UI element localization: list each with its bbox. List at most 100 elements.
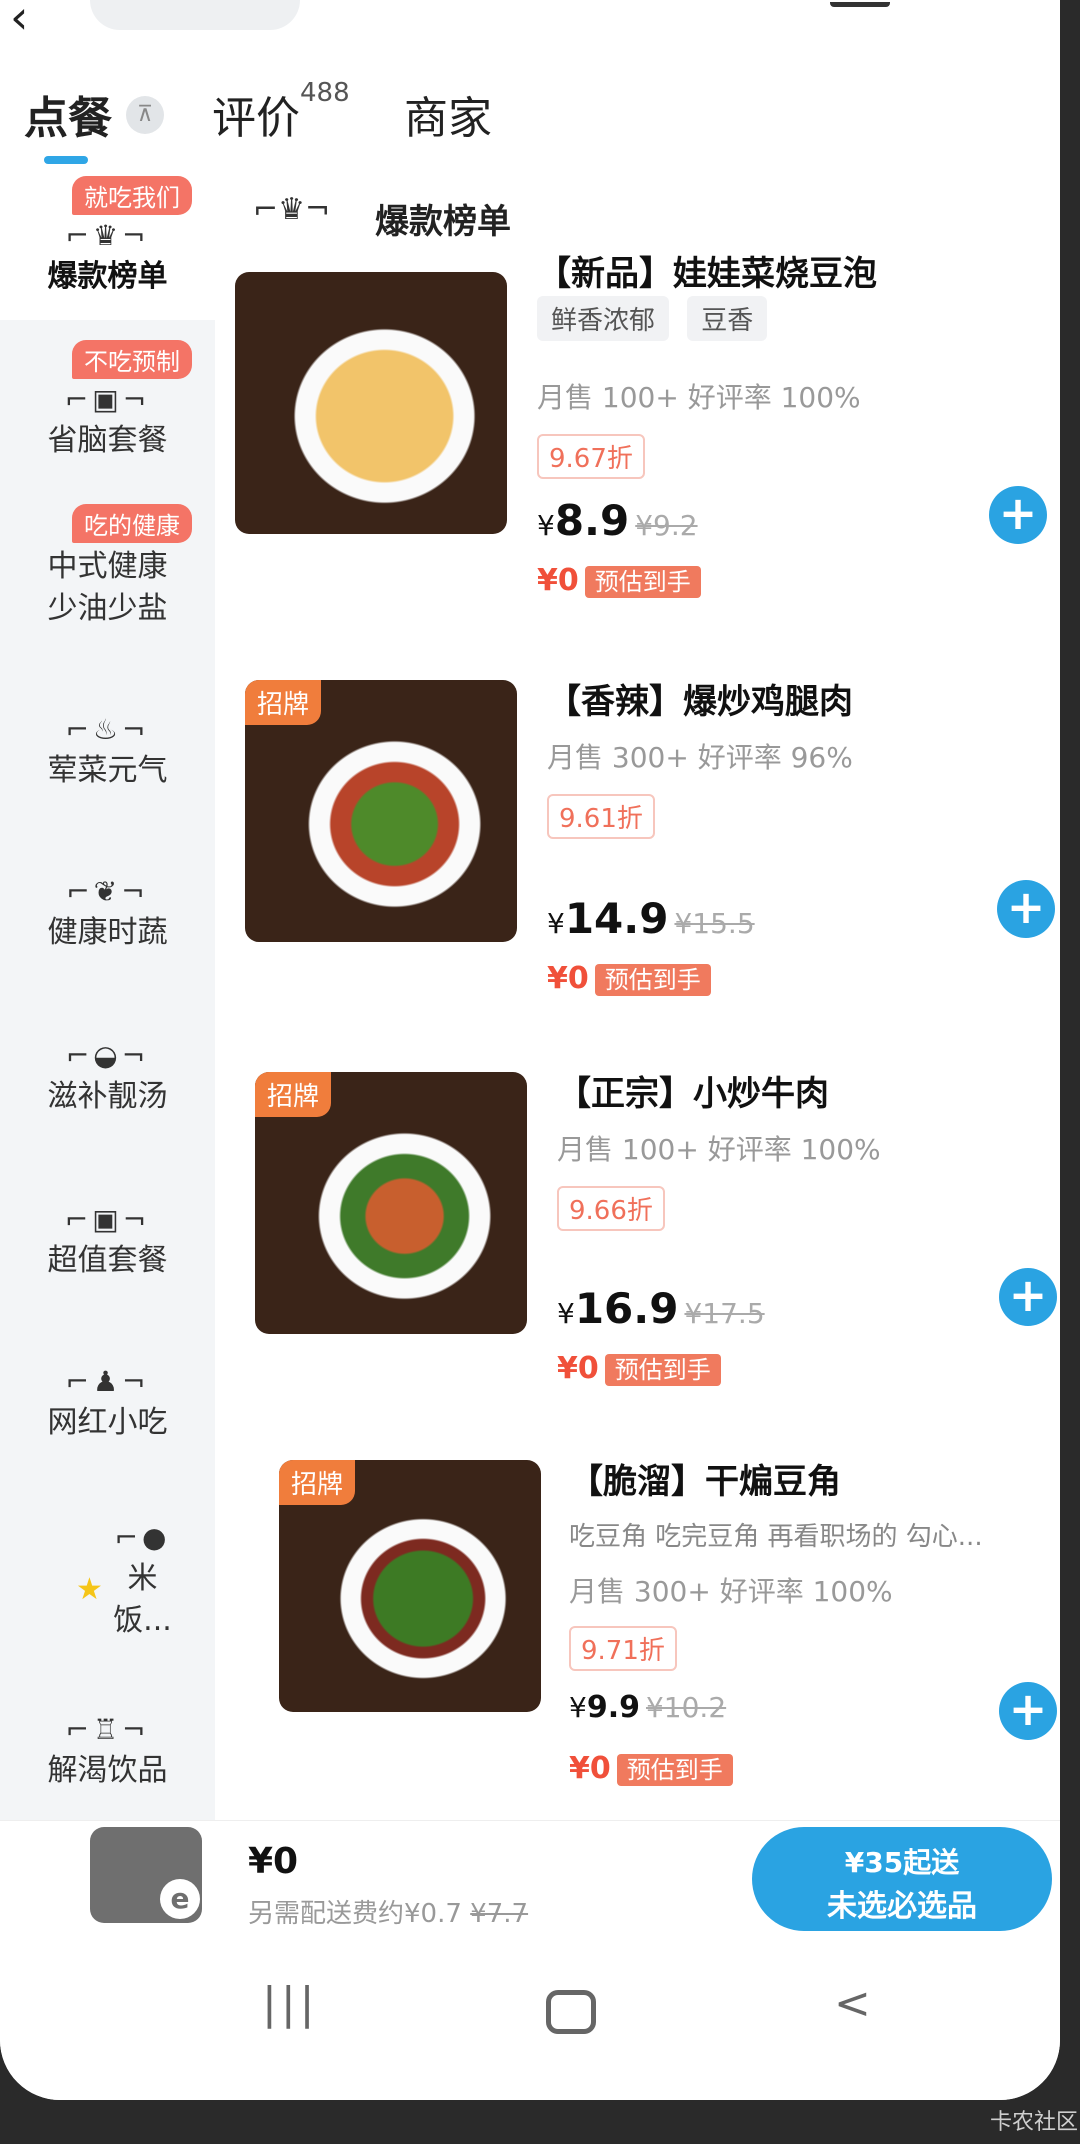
sidebar-item-rice[interactable]: ★ ⌐● 米 饭... [0, 1518, 215, 1648]
estimate-label: 预估到手 [616, 1754, 733, 1786]
estimated-price: ¥0 预估到手 [557, 1350, 721, 1386]
dish-name: 【正宗】小炒牛肉 [557, 1074, 829, 1114]
phone-screen: ‹ 点餐 ⊼ 评价 488 商家 就吃我们 ⌐♛¬ 爆款榜单 不吃预制 ⌐▣¬ … [0, 0, 1060, 2100]
original-price: ¥10.2 [645, 1691, 727, 1724]
dish-description: 吃豆角 吃完豆角 再看职场的 勾心... [569, 1522, 983, 1552]
cart-total: ¥0 [248, 1841, 299, 1882]
sidebar-item-label: 解渴饮品 [47, 1753, 168, 1788]
dish-price: ¥14.9 ¥15.5 [547, 894, 755, 943]
delivery-fee: 另需配送费约¥0.7 ¥7.7 [248, 1893, 528, 1930]
estimate-amount: ¥0 [557, 1351, 599, 1386]
tab-active-indicator [44, 156, 88, 164]
delivery-fee-text: 另需配送费约¥0.7 [248, 1899, 462, 1929]
sidebar-item-label: 省脑套餐 [47, 423, 168, 458]
discount-badge: 9.66折 [557, 1186, 665, 1231]
review-count: 488 [300, 78, 350, 108]
drink-icon: ⌐♖¬ [65, 1713, 150, 1746]
sidebar-item-label: 超值套餐 [47, 1243, 168, 1278]
cart-logo-icon: e [160, 1879, 200, 1919]
add-to-cart-button[interactable]: + [999, 1268, 1057, 1326]
sidebar-item-bestseller[interactable]: 就吃我们 ⌐♛¬ 爆款榜单 [0, 176, 215, 316]
menu-item[interactable]: 招牌 【香辣】爆炒鸡腿肉 月售 300+ 好评率 96% 9.61折 ¥14.9… [235, 680, 1055, 1060]
sidebar-item-label: 爆款榜单 [47, 259, 168, 294]
system-nav-bar: ||| < [0, 1960, 1060, 2100]
top-bar: ‹ [0, 0, 1060, 44]
estimate-label: 预估到手 [584, 566, 701, 598]
category-badge: 吃的健康 [72, 504, 192, 543]
discount-badge: 9.61折 [547, 794, 655, 839]
home-icon[interactable] [546, 1990, 596, 2034]
sidebar-item-label-line2: 饭... [113, 1603, 172, 1638]
vegetable-icon: ⌐❦¬ [66, 875, 149, 908]
cart-bar: e ¥0 另需配送费约¥0.7 ¥7.7 ¥35起送 未选必选品 [0, 1820, 1060, 1961]
tab-bar: 点餐 ⊼ 评价 488 商家 [0, 70, 1060, 170]
dish-sales: 月售 300+ 好评率 96% [547, 741, 853, 774]
sidebar-item-label-line1: 中式健康 [47, 549, 168, 584]
sidebar-item-meat[interactable]: ⌐♨¬ 荤菜元气 [0, 710, 215, 810]
original-price: ¥9.2 [635, 509, 698, 542]
add-to-cart-button[interactable]: + [997, 880, 1055, 938]
sidebar-item-snacks[interactable]: ⌐♟¬ 网红小吃 [0, 1362, 215, 1462]
sidebar-item-set-meal[interactable]: 不吃预制 ⌐▣¬ 省脑套餐 [0, 340, 215, 480]
star-icon: ★ [76, 1572, 103, 1607]
currency-symbol: ¥ [537, 509, 555, 542]
pin-top-icon[interactable]: ⊼ [126, 96, 164, 134]
meal-box-icon: ⌐▣¬ [64, 383, 151, 416]
back-arrow-icon[interactable]: ‹ [10, 0, 28, 44]
sidebar-item-drinks[interactable]: ⌐♖¬ 解渴饮品 [0, 1710, 215, 1810]
sidebar-item-label: 网红小吃 [47, 1405, 168, 1440]
combo-icon: ⌐▣¬ [64, 1203, 151, 1236]
dish-image[interactable]: 招牌 [245, 680, 517, 942]
tab-order[interactable]: 点餐 [24, 82, 112, 146]
estimated-price: ¥0 预估到手 [547, 960, 711, 996]
dish-image[interactable]: 招牌 [255, 1072, 527, 1334]
back-icon[interactable]: < [834, 1978, 871, 2029]
dish-price: ¥8.9 ¥9.2 [537, 496, 698, 545]
dish-price: ¥16.9 ¥17.5 [557, 1284, 765, 1333]
original-price: ¥15.5 [674, 907, 755, 940]
required-item-label: 未选必选品 [827, 1889, 977, 1924]
sidebar-item-vegetables[interactable]: ⌐❦¬ 健康时蔬 [0, 872, 215, 972]
sidebar-item-combo[interactable]: ⌐▣¬ 超值套餐 [0, 1200, 215, 1300]
discount-badge: 9.67折 [537, 434, 645, 479]
price-amount: 16.9 [574, 1284, 679, 1333]
crown-icon: ⌐♛¬ [65, 219, 150, 252]
dish-name: 【脆溜】干煸豆角 [569, 1462, 841, 1502]
estimate-label: 预估到手 [604, 1354, 721, 1386]
dish-image[interactable] [235, 272, 507, 534]
category-badge: 不吃预制 [72, 340, 192, 379]
tab-shop[interactable]: 商家 [404, 82, 492, 146]
sidebar-item-label-line2: 少油少盐 [47, 591, 168, 626]
signature-badge: 招牌 [255, 1072, 332, 1117]
sidebar-item-soup[interactable]: ⌐◒¬ 滋补靓汤 [0, 1036, 215, 1136]
dish-sales: 月售 300+ 好评率 100% [569, 1575, 893, 1608]
dish-sales: 月售 100+ 好评率 100% [557, 1133, 881, 1166]
meat-icon: ⌐♨¬ [65, 713, 150, 746]
add-to-cart-button[interactable]: + [999, 1682, 1057, 1740]
dish-image[interactable]: 招牌 [279, 1460, 541, 1712]
recent-apps-icon[interactable]: ||| [262, 1978, 318, 2029]
dish-tags: 鲜香浓郁 豆香 [537, 296, 777, 341]
sidebar-item-healthy[interactable]: 吃的健康 中式健康 少油少盐 [0, 504, 215, 654]
top-right-icon[interactable] [830, 0, 890, 7]
delivery-fee-original: ¥7.7 [470, 1899, 529, 1929]
section-title: 爆款榜单 [375, 202, 511, 242]
category-badge: 就吃我们 [72, 176, 192, 215]
signature-badge: 招牌 [245, 680, 322, 725]
dish-name: 【香辣】爆炒鸡腿肉 [547, 682, 853, 722]
checkout-button[interactable]: ¥35起送 未选必选品 [752, 1827, 1052, 1931]
menu-item[interactable]: 招牌 【正宗】小炒牛肉 月售 100+ 好评率 100% 9.66折 ¥16.9… [235, 1072, 1057, 1452]
tab-review[interactable]: 评价 [212, 82, 300, 146]
menu-item[interactable]: 【新品】娃娃菜烧豆泡 鲜香浓郁 豆香 月售 100+ 好评率 100% 9.67… [235, 254, 1055, 652]
sidebar-item-label-line1: 米 [127, 1561, 158, 1596]
price-amount: 14.9 [564, 894, 669, 943]
menu-item[interactable]: 招牌 【脆溜】干煸豆角 吃豆角 吃完豆角 再看职场的 勾心... 月售 300+… [235, 1460, 1057, 1820]
currency-symbol: ¥ [547, 907, 565, 940]
add-to-cart-button[interactable]: + [989, 486, 1047, 544]
search-pill[interactable] [90, 0, 300, 30]
estimate-label: 预估到手 [594, 964, 711, 996]
currency-symbol: ¥ [557, 1297, 575, 1330]
rice-icon: ⌐● [114, 1521, 171, 1554]
estimated-price: ¥0 预估到手 [537, 562, 701, 598]
discount-badge: 9.71折 [569, 1626, 677, 1671]
